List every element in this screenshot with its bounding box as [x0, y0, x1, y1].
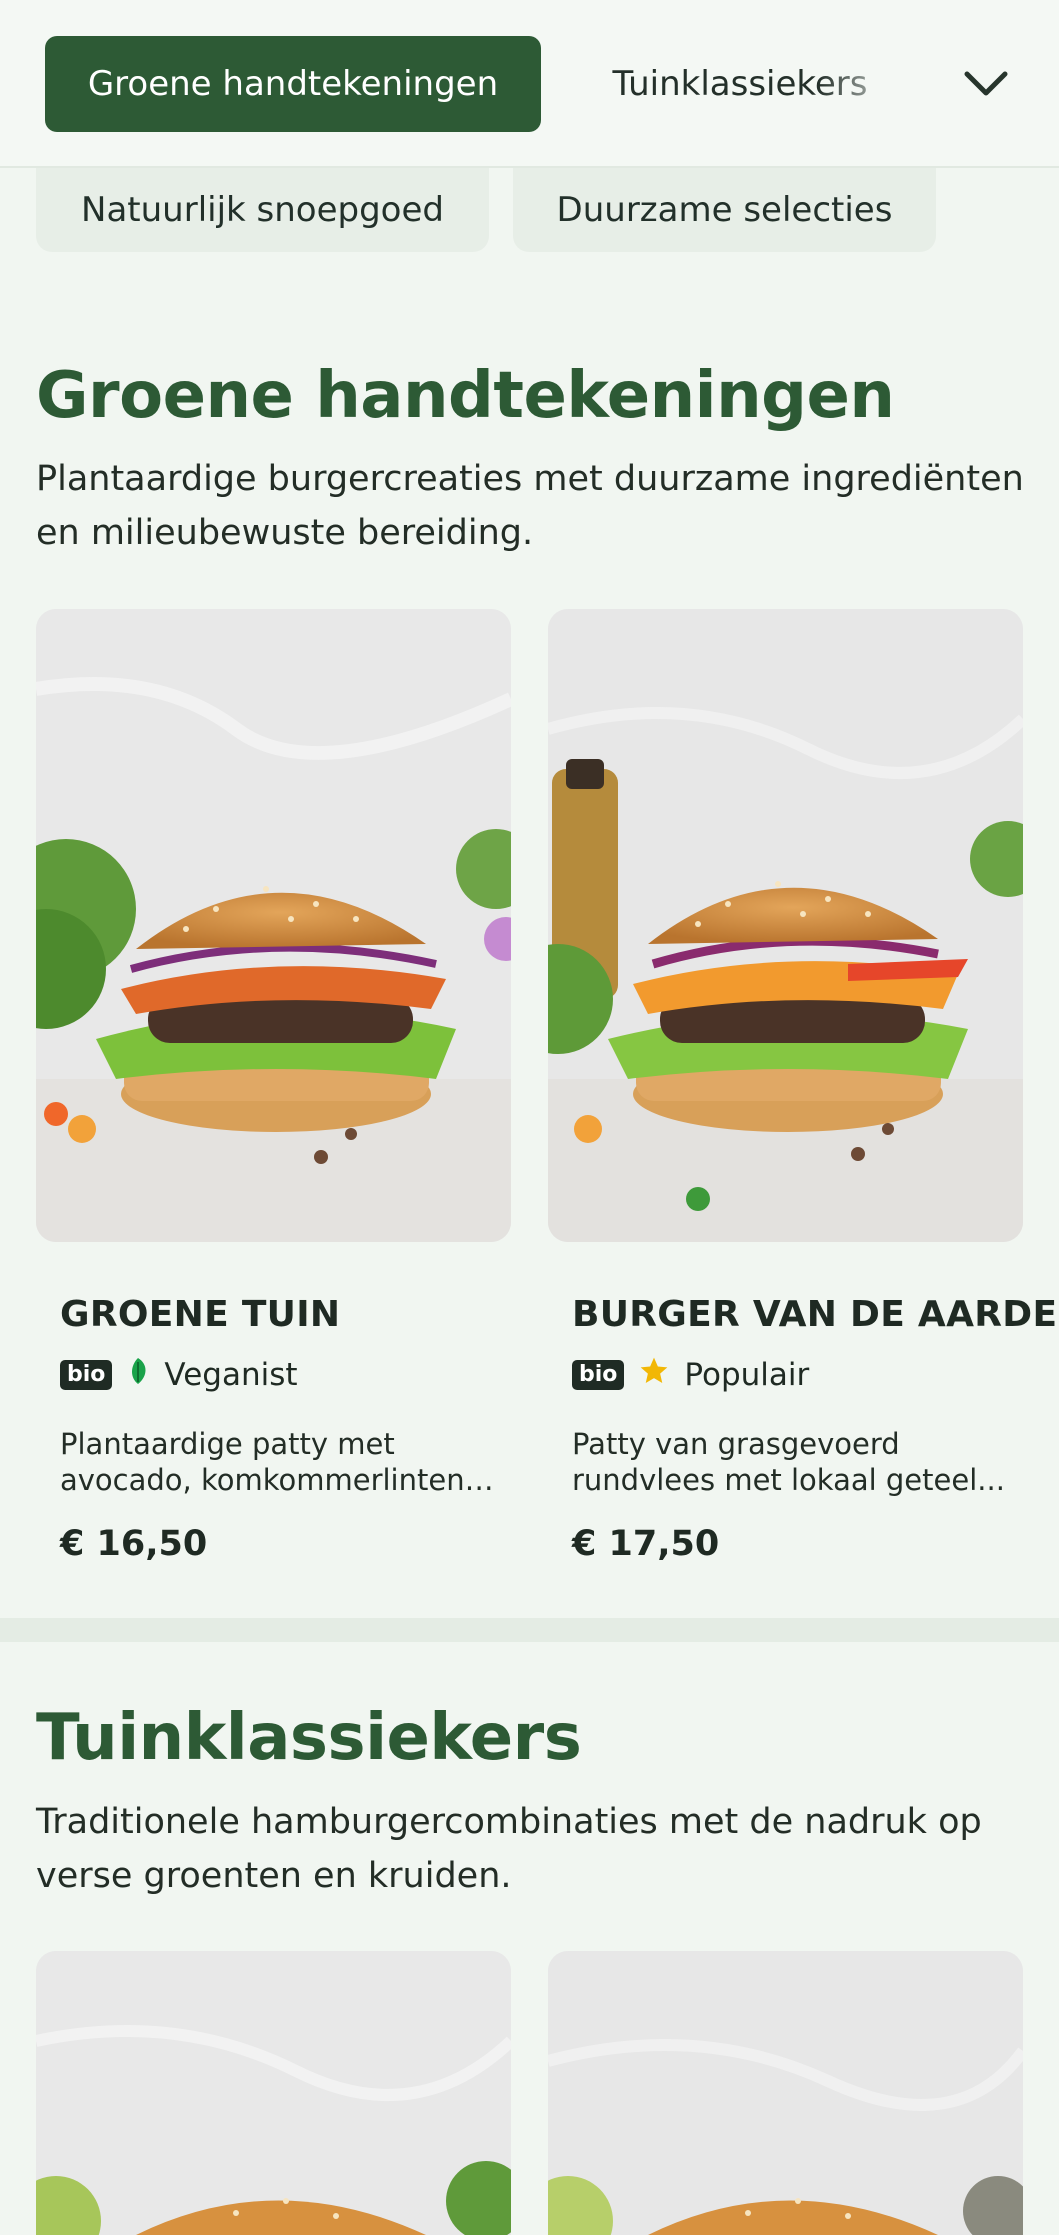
- category-chip-tuinklassiekers[interactable]: Tuinklassiekers: [600, 36, 880, 132]
- category-chip-groene-handtekeningen[interactable]: Groene handtekeningen: [45, 36, 541, 132]
- product-description: Plantaardige patty met avocado, komkomme…: [60, 1426, 500, 1498]
- category-nav: Groene handtekeningen Tuinklassiekers: [0, 0, 1059, 168]
- category-chip-label: Tuinklassiekers: [612, 64, 868, 104]
- section-description: Plantaardige burgercreaties met duurzame…: [36, 452, 1026, 560]
- product-price: € 17,50: [572, 1524, 720, 1564]
- product-description-line: Patty van grasgevoerd: [572, 1427, 900, 1461]
- product-price: € 16,50: [60, 1524, 208, 1564]
- leaf-icon: [126, 1356, 150, 1394]
- product-tags: bio Populair: [572, 1355, 809, 1395]
- category-chip-label: Duurzame selecties: [556, 190, 893, 230]
- product-description-line: rundvlees met lokaal geteel...: [572, 1463, 1005, 1497]
- product-tags: bio Veganist: [60, 1355, 298, 1395]
- chevron-down-icon[interactable]: [960, 60, 1012, 108]
- bio-badge: bio: [572, 1360, 625, 1390]
- product-name[interactable]: GROENE TUIN: [60, 1294, 340, 1335]
- product-image[interactable]: [36, 1951, 511, 2235]
- product-name[interactable]: BURGER VAN DE AARDE: [572, 1294, 1057, 1335]
- product-tag-label: Veganist: [164, 1357, 298, 1393]
- product-description-line: Plantaardige patty met: [60, 1427, 395, 1461]
- section-description-line: Traditionele hamburgercombinaties met de…: [36, 1802, 982, 1842]
- section-title: Tuinklassiekers: [36, 1701, 582, 1775]
- category-chip-label: Groene handtekeningen: [87, 64, 499, 104]
- section-description-line: en milieubewuste bereiding.: [36, 513, 534, 553]
- product-description: Patty van grasgevoerd rundvlees met loka…: [572, 1426, 1012, 1498]
- product-image-groene-tuin[interactable]: [36, 609, 511, 1242]
- product-description-line: avocado, komkommerlinten,...: [60, 1463, 500, 1497]
- product-image[interactable]: [548, 1951, 1023, 2235]
- product-image-burger-van-de-aarde[interactable]: [548, 609, 1023, 1242]
- category-chip-label: Natuurlijk snoepgoed: [81, 190, 444, 230]
- section-divider: [0, 1618, 1059, 1642]
- section-title: Groene handtekeningen: [36, 359, 895, 433]
- star-icon: [638, 1355, 670, 1395]
- section-description: Traditionele hamburgercombinaties met de…: [36, 1795, 1026, 1903]
- section-description-line: verse groenten en kruiden.: [36, 1856, 512, 1896]
- bio-badge: bio: [60, 1360, 113, 1390]
- section-description-line: Plantaardige burgercreaties met duurzame…: [36, 459, 1024, 499]
- product-tag-label: Populair: [684, 1357, 810, 1393]
